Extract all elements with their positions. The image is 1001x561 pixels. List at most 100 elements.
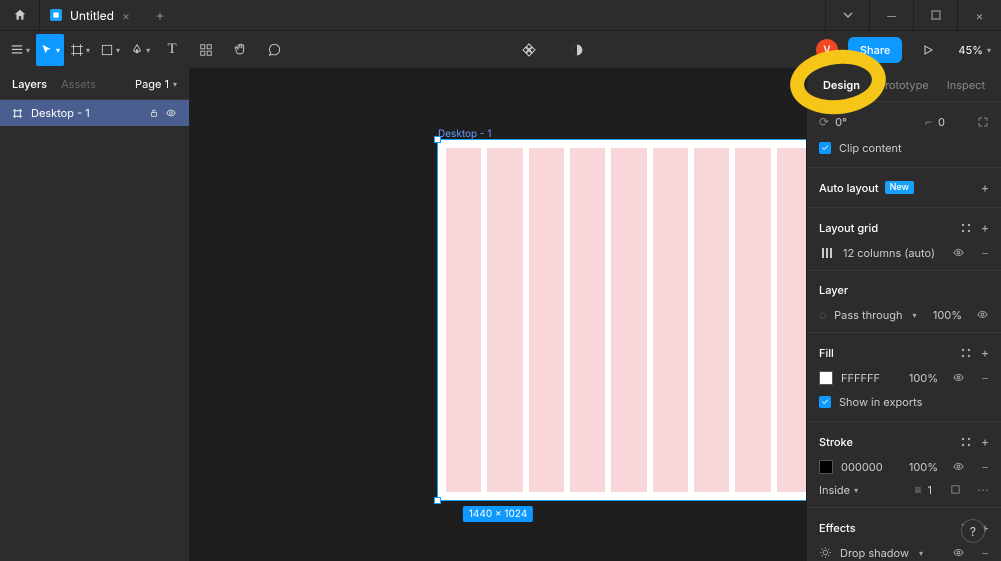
stroke-per-side-icon[interactable]: [950, 484, 961, 495]
avatar-initial: V: [823, 44, 830, 56]
corner-radius-icon: ⌐: [925, 114, 932, 129]
effect-name: Drop shadow: [840, 546, 909, 560]
pen-tool[interactable]: ▾: [126, 34, 154, 66]
effects-section-label: Effects: [819, 521, 856, 535]
remove-stroke-button[interactable]: −: [981, 459, 989, 474]
tab-design[interactable]: Design: [823, 78, 860, 92]
zoom-dropdown[interactable]: 45% ▾: [954, 43, 995, 57]
add-grid-button[interactable]: +: [981, 220, 989, 235]
stroke-opacity[interactable]: 100%: [909, 460, 938, 474]
tab-inspect[interactable]: Inspect: [947, 78, 985, 92]
stroke-row[interactable]: 000000 100% −: [807, 455, 1001, 478]
canvas[interactable]: Desktop - 1 1440 × 1024: [190, 68, 806, 561]
lock-icon[interactable]: [149, 108, 159, 118]
text-tool[interactable]: T: [156, 34, 188, 66]
fill-styles-button[interactable]: [961, 348, 971, 358]
tab-prototype[interactable]: Prototype: [878, 78, 929, 92]
rotation-value: 0°: [835, 115, 847, 129]
close-window-button[interactable]: ×: [957, 0, 1001, 30]
selection-handle[interactable]: [434, 136, 441, 143]
layer-row[interactable]: Desktop - 1: [0, 100, 189, 126]
selection-handle[interactable]: [434, 497, 441, 504]
fill-hex[interactable]: FFFFFF: [841, 371, 880, 385]
hand-tool[interactable]: [224, 34, 256, 66]
effect-row[interactable]: Drop shadow ▾ −: [807, 541, 1001, 561]
blend-icon: ◌: [819, 307, 826, 322]
fill-swatch[interactable]: [819, 371, 833, 385]
stroke-section-label: Stroke: [819, 435, 853, 449]
tab-layers[interactable]: Layers: [12, 77, 47, 91]
stroke-hex[interactable]: 000000: [841, 460, 883, 474]
frame-label[interactable]: Desktop - 1: [438, 128, 491, 140]
layer-visibility-icon[interactable]: [976, 309, 989, 320]
independent-corners-icon[interactable]: [977, 116, 989, 128]
remove-fill-button[interactable]: −: [981, 370, 989, 385]
stroke-visibility-icon[interactable]: [952, 461, 965, 472]
blend-mode-row[interactable]: ◌ Pass through ▾ 100%: [807, 303, 1001, 326]
frame-icon: [12, 108, 23, 119]
page-label: Page 1: [135, 77, 169, 91]
avatar[interactable]: V: [816, 39, 838, 61]
rotation-field[interactable]: ⟳ 0°: [819, 114, 847, 129]
fill-row[interactable]: FFFFFF 100% −: [807, 366, 1001, 389]
window-dropdown[interactable]: [825, 0, 869, 30]
corner-radius-value: 0: [938, 115, 945, 129]
fill-section-label: Fill: [819, 346, 834, 360]
share-button[interactable]: Share: [848, 37, 902, 63]
clip-content-checkbox[interactable]: ✓: [819, 142, 831, 154]
main-menu-button[interactable]: ▾: [6, 34, 34, 66]
file-tab-title: Untitled: [70, 8, 114, 23]
window-controls: ─ ×: [825, 0, 1001, 30]
home-button[interactable]: [0, 0, 40, 30]
add-auto-layout-button[interactable]: +: [981, 180, 989, 195]
add-stroke-button[interactable]: +: [981, 434, 989, 449]
grid-styles-button[interactable]: [961, 223, 971, 233]
effect-visibility-icon[interactable]: [952, 547, 965, 558]
stroke-more-button[interactable]: ⋯: [977, 482, 989, 497]
remove-effect-button[interactable]: −: [981, 545, 989, 560]
close-icon[interactable]: ×: [122, 8, 130, 23]
stroke-styles-button[interactable]: [961, 437, 971, 447]
blend-mode-value: Pass through: [834, 308, 902, 322]
file-tab[interactable]: Untitled ×: [40, 0, 140, 30]
minimize-button[interactable]: ─: [869, 0, 913, 30]
dimensions-badge: 1440 × 1024: [463, 506, 533, 522]
show-in-exports-label: Show in exports: [839, 395, 922, 409]
layout-grid-label: Layout grid: [819, 221, 878, 235]
remove-grid-button[interactable]: −: [981, 245, 989, 260]
frame-tool[interactable]: ▾: [66, 34, 94, 66]
stroke-weight-icon: ≡: [915, 482, 922, 497]
corner-radius-field[interactable]: ⌐ 0: [925, 114, 945, 129]
maximize-button[interactable]: [913, 0, 957, 30]
move-tool[interactable]: ▾: [36, 34, 64, 66]
visibility-icon[interactable]: [165, 108, 177, 118]
shape-tool[interactable]: ▾: [96, 34, 124, 66]
grid-value: 12 columns (auto): [843, 246, 935, 260]
help-button[interactable]: ?: [961, 519, 985, 543]
new-tab-button[interactable]: +: [140, 0, 180, 30]
grid-row[interactable]: 12 columns (auto) −: [807, 241, 1001, 264]
present-button[interactable]: [912, 34, 944, 66]
add-fill-button[interactable]: +: [981, 345, 989, 360]
titlebar: Untitled × + ─ ×: [0, 0, 1001, 30]
fill-opacity[interactable]: 100%: [909, 371, 938, 385]
resources-tool[interactable]: [190, 34, 222, 66]
left-panel: Layers Assets Page 1 ▾ Desktop - 1: [0, 68, 190, 561]
grid-visibility-icon[interactable]: [952, 247, 965, 258]
tab-assets[interactable]: Assets: [61, 77, 96, 91]
mask-icon[interactable]: [561, 34, 593, 66]
layout-grid-overlay: [446, 148, 806, 492]
stroke-swatch[interactable]: [819, 460, 833, 474]
right-panel: Design Prototype Inspect ⟳ 0° ⌐ 0: [806, 68, 1001, 561]
frame-desktop-1[interactable]: [438, 140, 806, 500]
columns-icon: [819, 247, 835, 259]
page-selector[interactable]: Page 1 ▾: [135, 77, 177, 91]
layer-opacity[interactable]: 100%: [933, 308, 962, 322]
fill-visibility-icon[interactable]: [952, 372, 965, 383]
show-in-exports-checkbox[interactable]: ✓: [819, 396, 831, 408]
stroke-side-dropdown[interactable]: Inside ▾: [819, 483, 858, 497]
component-icon[interactable]: [513, 34, 545, 66]
comment-tool[interactable]: [258, 34, 290, 66]
stroke-weight-field[interactable]: ≡ 1: [915, 482, 933, 497]
auto-layout-label: Auto layout: [819, 181, 879, 195]
